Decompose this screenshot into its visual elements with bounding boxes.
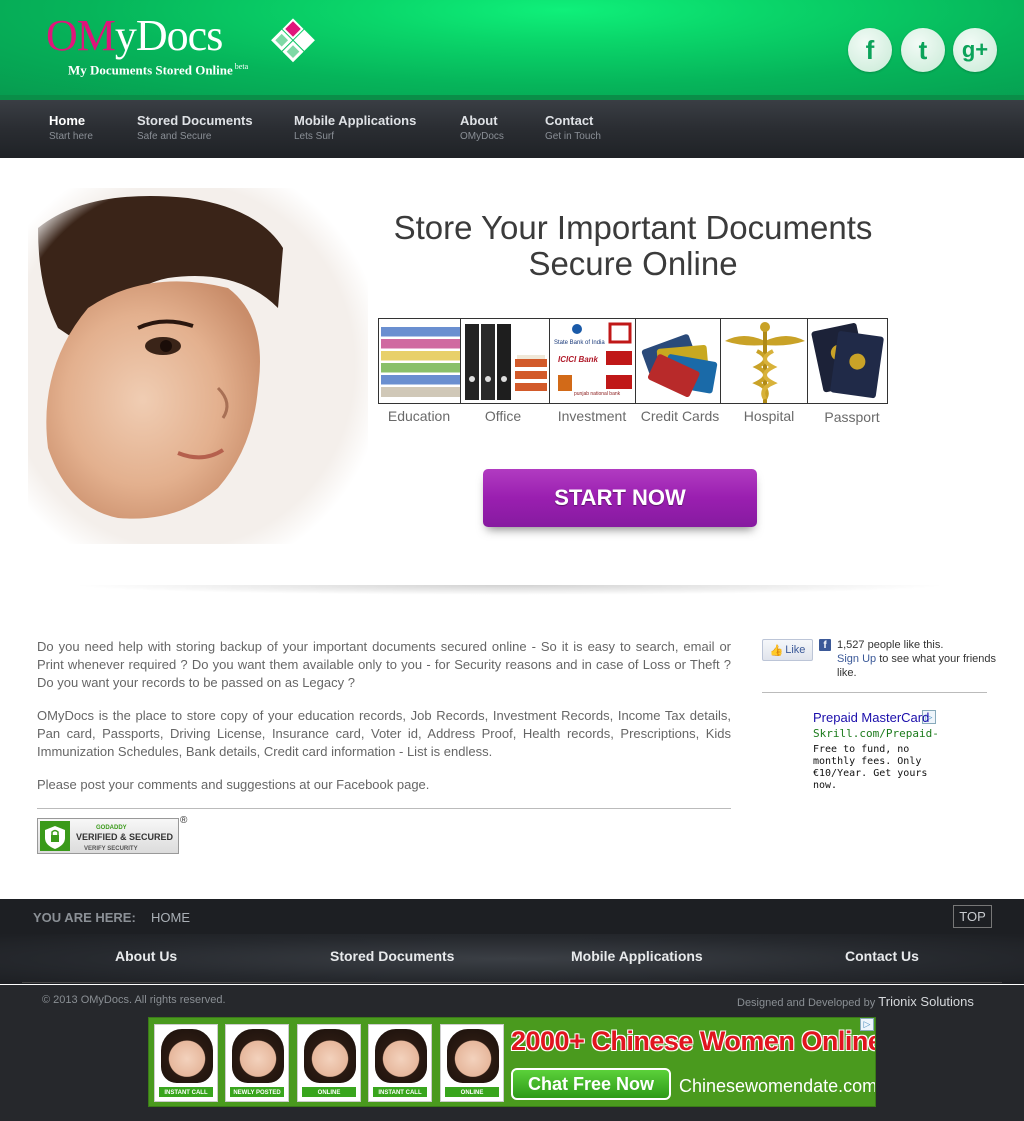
banner-photo: ONLINE [297, 1024, 361, 1102]
site-header: OMyDocs My Documents Stored Online beta f… [0, 0, 1024, 100]
category-label-credit-cards: Credit Cards [640, 408, 720, 424]
nav-label: About [460, 113, 498, 128]
google-plus-icon[interactable]: g+ [953, 28, 997, 72]
footer-link-mobile-applications[interactable]: Mobile Applications [571, 948, 703, 964]
category-label-investment: Investment [557, 408, 627, 424]
intro-text: Do you need help with storing backup of … [37, 638, 731, 809]
copyright-text: © 2013 OMyDocs. All rights reserved. [42, 994, 226, 1006]
office-image [460, 318, 550, 404]
banner-photo-tag: NEWLY POSTED [229, 1086, 285, 1098]
nav-item-stored-documents[interactable]: Stored Documents Safe and Secure [137, 113, 253, 142]
nav-label: Stored Documents [137, 113, 253, 128]
banner-photo-tag: ONLINE [301, 1086, 357, 1098]
category-label-office: Office [484, 408, 522, 424]
like-label: Like [785, 644, 806, 656]
main-nav: Home Start here Stored Documents Safe an… [0, 100, 1024, 158]
banner-photo-tag: INSTANT CALL [158, 1086, 214, 1098]
back-to-top-button[interactable]: TOP [953, 905, 992, 928]
sidebar-divider [762, 692, 987, 693]
facebook-icon: f [819, 639, 831, 651]
start-now-button[interactable]: START NOW [483, 469, 757, 527]
nav-label: Home [49, 113, 86, 128]
breadcrumb-label: YOU ARE HERE: [33, 910, 136, 925]
nav-label: Contact [545, 113, 594, 128]
banner-photo: INSTANT CALL [368, 1024, 432, 1102]
twitter-icon[interactable]: t [901, 28, 945, 72]
banner-headline: 2000+ Chinese Women Online [511, 1026, 876, 1056]
intro-paragraph-2: OMyDocs is the place to store copy of yo… [37, 708, 731, 759]
footer-link-contact-us[interactable]: Contact Us [845, 948, 919, 964]
category-label-education: Education [387, 408, 451, 424]
godaddy-verified-badge[interactable]: GODADDY VERIFIED & SECURED VERIFY SECURI… [37, 818, 179, 854]
facebook-like-count: 1,527 people like this. Sign Up to see w… [837, 638, 997, 680]
investment-image: State Bank of India ICICI Bank punjab na… [549, 318, 636, 404]
hero-title-line1: Store Your Important Documents [393, 209, 873, 246]
logo-tagline: My Documents Stored Online beta [68, 62, 249, 78]
section-divider [70, 585, 950, 595]
logo-rest: yDocs [114, 11, 223, 60]
nav-sublabel: Safe and Secure [137, 131, 212, 142]
svg-text:State Bank of India: State Bank of India [554, 340, 605, 346]
banner-photo: INSTANT CALL [154, 1024, 218, 1102]
footer-divider [22, 982, 1002, 983]
footer-link-about-us[interactable]: About Us [115, 948, 177, 964]
nav-item-home[interactable]: Home Start here [49, 113, 93, 142]
nav-sublabel: Lets Surf [294, 131, 335, 142]
ad-title[interactable]: Prepaid MasterCard [813, 711, 937, 725]
nav-sublabel: Start here [49, 131, 93, 142]
category-label-hospital: Hospital [743, 408, 795, 424]
facebook-icon[interactable]: f [848, 28, 892, 72]
registered-mark: ® [180, 815, 188, 826]
nav-label: Mobile Applications [294, 113, 417, 128]
facebook-like-button[interactable]: 👍 Like [762, 639, 813, 661]
footer-link-stored-documents[interactable]: Stored Documents [330, 948, 454, 964]
svg-text:VERIFY SECURITY: VERIFY SECURITY [84, 846, 138, 852]
banner-photo: ONLINE [440, 1024, 504, 1102]
ad-description: Free to fund, no monthly fees. Only €10/… [813, 744, 928, 791]
hero-title: Store Your Important Documents Secure On… [378, 210, 888, 282]
banner-photo-tag: ONLINE [444, 1086, 500, 1098]
breadcrumb: YOU ARE HERE: HOME [0, 899, 1024, 934]
category-label-passport: Passport [824, 409, 880, 425]
beta-label: beta [234, 62, 249, 71]
adchoices-icon[interactable]: ▷ [860, 1018, 874, 1031]
ad-url[interactable]: Skrill.com/Prepaid-M… [813, 727, 937, 740]
like-count-text: 1,527 people like this. [837, 639, 944, 651]
nav-item-contact[interactable]: Contact Get in Touch [545, 113, 601, 142]
svg-text:GODADDY: GODADDY [96, 825, 127, 831]
nav-item-mobile-applications[interactable]: Mobile Applications Lets Surf [294, 113, 416, 142]
logo-diamond-icon [271, 18, 315, 63]
site-logo[interactable]: OMyDocs My Documents Stored Online beta [46, 11, 315, 77]
document-categories: State Bank of India ICICI Bank punjab na… [378, 318, 890, 428]
hero-title-line2: Secure Online [528, 245, 738, 282]
breadcrumb-home-link[interactable]: HOME [151, 910, 190, 925]
designed-by: Designed and Developed by Trionix Soluti… [737, 994, 974, 1009]
banner-url[interactable]: Chinesewomendate.com [679, 1076, 875, 1097]
passport-image [807, 318, 888, 404]
sidebar-text-ad[interactable]: Prepaid MasterCard Skrill.com/Prepaid-M…… [813, 711, 937, 792]
hero-boy-photo [28, 188, 368, 544]
banner-chat-button[interactable]: Chat Free Now [511, 1068, 671, 1100]
thumbs-up-icon: 👍 [769, 644, 784, 657]
facebook-signup-link[interactable]: Sign Up [837, 653, 876, 665]
svg-text:ICICI Bank: ICICI Bank [558, 355, 599, 364]
credit-cards-image [635, 318, 721, 404]
developer-link[interactable]: Trionix Solutions [878, 994, 974, 1009]
content-divider [37, 808, 731, 809]
hospital-caduceus-image [720, 318, 808, 404]
education-image [378, 318, 461, 404]
designed-by-label: Designed and Developed by [737, 997, 876, 1009]
banner-ad[interactable]: INSTANT CALL NEWLY POSTED ONLINE INSTANT… [148, 1017, 876, 1107]
intro-paragraph-3: Please post your comments and suggestion… [37, 777, 430, 792]
nav-item-about[interactable]: About OMyDocs [460, 113, 504, 142]
nav-sublabel: Get in Touch [545, 131, 601, 142]
banner-photo-tag: INSTANT CALL [372, 1086, 428, 1098]
nav-sublabel: OMyDocs [460, 131, 504, 142]
intro-paragraph-1: Do you need help with storing backup of … [37, 639, 731, 690]
svg-text:VERIFIED & SECURED: VERIFIED & SECURED [76, 832, 174, 842]
footer-nav: About Us Stored Documents Mobile Applica… [0, 934, 1024, 984]
banner-photo: NEWLY POSTED [225, 1024, 289, 1102]
svg-text:punjab national bank: punjab national bank [574, 391, 621, 397]
logo-om: OM [46, 11, 116, 60]
